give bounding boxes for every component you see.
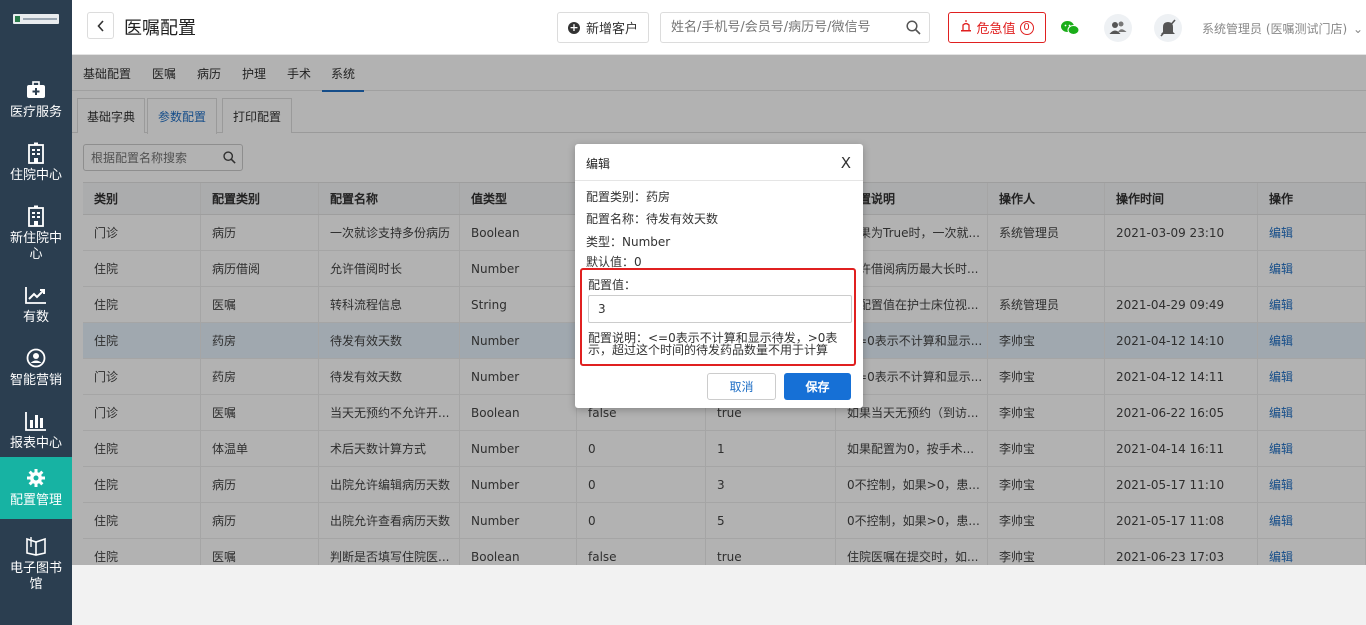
warning-icon <box>960 19 972 36</box>
hospital-building-icon <box>25 142 47 164</box>
config-value-label: 配置值： <box>588 278 637 292</box>
plus-icon: + <box>567 20 580 34</box>
top-bar: 医嘱配置 + 新增客户 危急值 0 系统管理员 (医嘱 <box>72 0 1366 55</box>
back-button[interactable] <box>87 12 114 39</box>
dialog-title: 编辑 <box>586 157 611 171</box>
critical-value-label: 危急值 <box>976 22 1016 37</box>
medical-kit-icon <box>25 79 47 101</box>
sidebar-item-label: 住院中心 <box>9 168 62 183</box>
customer-search <box>660 12 930 43</box>
current-user-menu[interactable]: 系统管理员 (医嘱测试门店) ⌄ <box>1202 20 1363 37</box>
user-circle-icon <box>25 347 47 369</box>
footer-area <box>72 565 1366 625</box>
sidebar-item-report-center[interactable]: 报表中心 <box>0 408 72 454</box>
highlighted-value-region: 配置值： 配置说明：<=0表示不计算和显示待发，>0表示，超过这个时间的待发药品… <box>580 268 856 366</box>
sidebar-item-label: 医疗服务 <box>9 105 62 120</box>
close-icon[interactable]: X <box>841 154 851 172</box>
sidebar-item-label: 新住院中心 <box>9 231 62 262</box>
sidebar-item-label: 电子图书馆 <box>9 561 62 592</box>
sidebar-item-label: 配置管理 <box>9 493 62 508</box>
notification-off-icon[interactable] <box>1154 14 1182 42</box>
sidebar-item-medical-service[interactable]: 医疗服务 <box>0 76 72 124</box>
search-icon[interactable] <box>906 20 921 38</box>
hospital-building-icon <box>25 205 47 227</box>
edit-dialog: 编辑 X 配置类别：药房 配置名称：待发有效天数 类型：Number 默认值：0… <box>575 144 863 408</box>
sidebar-item-inpatient-center[interactable]: 住院中心 <box>0 139 72 187</box>
user-group-icon[interactable] <box>1104 14 1132 42</box>
sidebar-item-label: 有数 <box>22 310 49 325</box>
customer-search-input[interactable] <box>661 13 891 42</box>
add-customer-button[interactable]: + 新增客户 <box>557 12 649 43</box>
trend-chart-icon <box>25 284 47 306</box>
gear-icon <box>25 467 47 489</box>
sidebar-item-label: 报表中心 <box>9 436 62 451</box>
config-description: 配置说明：<=0表示不计算和显示待发，>0表示，超过这个时间的待发药品数量不用于… <box>588 331 838 357</box>
sidebar: 医疗服务 住院中心 新住院中心 有数 智能营销 报表中心 配置管理 电子图书馆 <box>0 0 72 625</box>
current-user-label: 系统管理员 (医嘱测试门店) <box>1202 22 1348 36</box>
sidebar-item-smart-marketing[interactable]: 智能营销 <box>0 345 72 391</box>
page-title: 医嘱配置 <box>124 18 196 39</box>
cancel-button[interactable]: 取消 <box>707 373 776 400</box>
wechat-icon[interactable] <box>1056 14 1084 42</box>
sidebar-item-label: 智能营销 <box>9 373 62 388</box>
config-value-input[interactable] <box>588 295 852 323</box>
config-category-info: 配置类别：药房 <box>586 190 671 204</box>
chevron-left-icon <box>96 19 104 32</box>
critical-value-count: 0 <box>1019 20 1034 35</box>
save-button[interactable]: 保存 <box>784 373 851 400</box>
value-type-info: 类型：Number <box>586 235 671 249</box>
dialog-header: 编辑 X <box>575 144 863 181</box>
sidebar-item-e-library[interactable]: 电子图书馆 <box>0 533 72 595</box>
bar-chart-icon <box>25 410 47 432</box>
book-icon <box>25 535 47 557</box>
sidebar-item-config-management[interactable]: 配置管理 <box>0 457 72 519</box>
critical-value-button[interactable]: 危急值 0 <box>948 12 1046 43</box>
app-logo <box>0 0 72 55</box>
sidebar-item-new-inpatient-center[interactable]: 新住院中心 <box>0 204 72 264</box>
config-name-info: 配置名称：待发有效天数 <box>586 212 719 226</box>
add-customer-label: 新增客户 <box>585 22 638 37</box>
sidebar-item-data[interactable]: 有数 <box>0 282 72 328</box>
chevron-down-icon: ⌄ <box>1353 22 1364 36</box>
